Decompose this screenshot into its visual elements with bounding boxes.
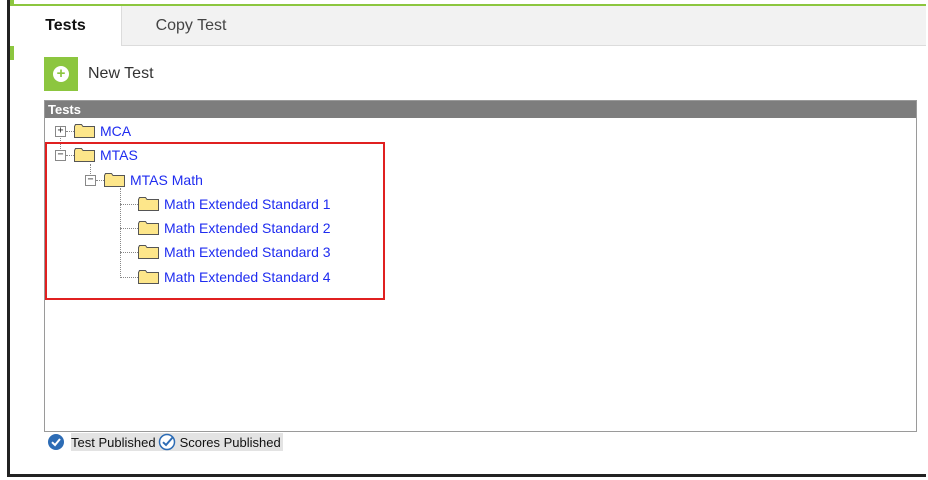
tab-bar: Tests Copy Test <box>10 4 926 46</box>
plus-icon[interactable]: + <box>44 57 78 91</box>
new-test-label[interactable]: New Test <box>88 65 154 83</box>
folder-icon <box>74 124 95 138</box>
scores-published-label: Scores Published <box>179 434 281 450</box>
highlight-box <box>45 142 385 300</box>
new-test-button[interactable]: + New Test <box>44 57 154 91</box>
tree-node-mca[interactable]: + MCA <box>55 121 131 141</box>
expand-icon[interactable]: + <box>55 125 66 137</box>
panel-header: Tests <box>45 101 916 118</box>
check-circle-outline-icon <box>158 433 176 451</box>
tab-copy-test[interactable]: Copy Test <box>122 6 260 46</box>
tree-node-label[interactable]: MCA <box>100 123 131 139</box>
test-published-label: Test Published <box>71 434 156 450</box>
legend: Test Published Scores Published <box>47 433 283 451</box>
tab-tests[interactable]: Tests <box>10 6 122 46</box>
check-circle-filled-icon <box>47 433 65 451</box>
